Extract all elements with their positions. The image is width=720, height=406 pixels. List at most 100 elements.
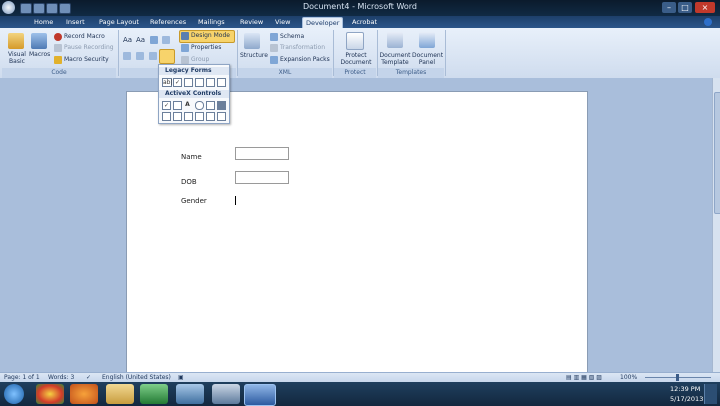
start-button[interactable] [4,384,24,404]
structure-icon[interactable] [244,33,260,49]
tab-page-layout[interactable]: Page Layout [99,17,139,28]
code-group-label: Code [2,68,116,78]
activex-listbox-icon[interactable] [162,112,171,121]
record-macro-label[interactable]: Record Macro [64,33,105,40]
vertical-scrollbar[interactable] [712,78,720,372]
document-panel-icon[interactable] [419,32,435,48]
templates-group-label: Templates [378,68,444,78]
drop-down-form-field-icon[interactable] [184,78,193,87]
document-page[interactable]: Name DOB Gender [126,91,588,383]
protect-document-label[interactable]: Protect Document [336,52,376,66]
pause-recording-icon [54,44,62,52]
activex-checkbox-icon[interactable]: ✓ [162,101,171,110]
tab-view[interactable]: View [275,17,290,28]
transformation-icon [270,44,278,52]
activex-textbox-icon[interactable] [173,101,182,110]
activex-label-icon[interactable]: A [184,101,191,108]
app-icon[interactable] [176,384,204,404]
properties-icon[interactable] [181,44,189,52]
zoom-level[interactable]: 100% [620,374,637,381]
minimize-button[interactable]: – [662,2,676,13]
activex-tools-icon[interactable] [217,112,226,121]
close-button[interactable]: × [695,2,715,13]
activex-combobox-icon[interactable] [173,112,182,121]
visual-basic-label[interactable]: Visual Basic [7,51,27,65]
name-text-field[interactable] [235,147,289,160]
excel-icon[interactable] [140,384,168,404]
group-icon [181,56,189,64]
check-box-form-field-icon[interactable]: ✓ [173,78,182,87]
design-mode-icon [181,32,189,40]
macro-security-label[interactable]: Macro Security [64,56,109,63]
activex-option-button-icon[interactable] [195,101,204,110]
macros-label[interactable]: Macros [29,51,50,58]
clock-date: 5/17/2013 [670,395,704,403]
legacy-tools-button[interactable] [159,49,175,64]
pause-recording-label: Pause Recording [64,44,114,51]
activex-image-icon[interactable] [206,101,215,110]
activex-controls-header: ActiveX Controls [159,90,229,98]
group-label: Group [191,56,210,63]
group-separator [445,30,446,76]
building-block-icon[interactable] [162,36,170,44]
tab-insert[interactable]: Insert [66,17,85,28]
tab-mailings[interactable]: Mailings [198,17,225,28]
dob-text-field[interactable] [235,171,289,184]
form-field-shading-icon[interactable] [206,78,215,87]
visual-basic-icon[interactable] [8,33,24,49]
tab-review[interactable]: Review [240,17,263,28]
group-separator [118,30,119,76]
record-macro-icon[interactable] [54,33,62,41]
document-template-label[interactable]: Document Template [379,52,411,66]
expansion-packs-icon[interactable] [270,56,278,64]
text-form-field-icon[interactable]: ab| [162,78,173,87]
word-taskbar-button[interactable] [244,384,276,406]
page-count[interactable]: Page: 1 of 1 [4,374,40,381]
dropdown-list-icon[interactable] [136,52,144,60]
tab-references[interactable]: References [150,17,186,28]
clock-time: 12:39 PM [670,385,701,393]
legacy-forms-header: Legacy Forms [159,67,229,75]
lock-icon[interactable] [346,32,364,50]
save-disk-icon[interactable] [212,384,240,404]
help-icon[interactable] [704,18,712,26]
proofing-icon[interactable]: ✓ [86,374,91,381]
warning-icon[interactable] [54,56,62,64]
scrollbar-thumb[interactable] [714,92,720,214]
design-mode-label: Design Mode [191,32,230,39]
activex-toggle-button-icon[interactable] [184,112,193,121]
date-picker-icon[interactable] [149,52,157,60]
ribbon: Visual Basic Macros Record Macro Pause R… [0,28,720,79]
macros-icon[interactable] [31,33,47,49]
schema-icon[interactable] [270,33,278,41]
rich-text-control-icon[interactable]: Aa [123,36,132,44]
zoom-slider-thumb[interactable] [676,374,679,381]
document-template-icon[interactable] [387,32,403,48]
window-title: Document4 - Microsoft Word [302,2,418,11]
activex-scrollbar-icon[interactable] [206,112,215,121]
language-status[interactable]: English (United States) [102,374,171,381]
properties-label[interactable]: Properties [191,44,221,51]
folder-icon[interactable] [106,384,134,404]
reset-form-fields-icon[interactable] [217,78,226,87]
activex-more-controls-icon[interactable] [217,101,226,110]
word-count[interactable]: Words: 3 [48,374,74,381]
view-buttons[interactable]: ▤ ▥ ▦ ▧ ▨ [566,374,602,381]
expansion-packs-label[interactable]: Expansion Packs [280,56,330,63]
plain-text-control-icon[interactable]: Aa [136,36,145,44]
show-desktop-button[interactable] [704,384,717,404]
tab-home[interactable]: Home [34,17,53,28]
combo-box-icon[interactable] [123,52,131,60]
macro-record-icon[interactable]: ▣ [178,374,184,381]
chrome-icon[interactable] [36,384,64,404]
maximize-button[interactable]: □ [678,2,692,13]
protect-group-label: Protect [334,68,376,78]
document-panel-label[interactable]: Document Panel [412,52,443,66]
activex-spin-button-icon[interactable] [195,112,204,121]
schema-label[interactable]: Schema [280,33,304,40]
tab-acrobat[interactable]: Acrobat [352,17,377,28]
insert-frame-icon[interactable] [195,78,204,87]
picture-control-icon[interactable] [150,36,158,44]
structure-label[interactable]: Structure [240,52,268,59]
firefox-icon[interactable] [70,384,98,404]
